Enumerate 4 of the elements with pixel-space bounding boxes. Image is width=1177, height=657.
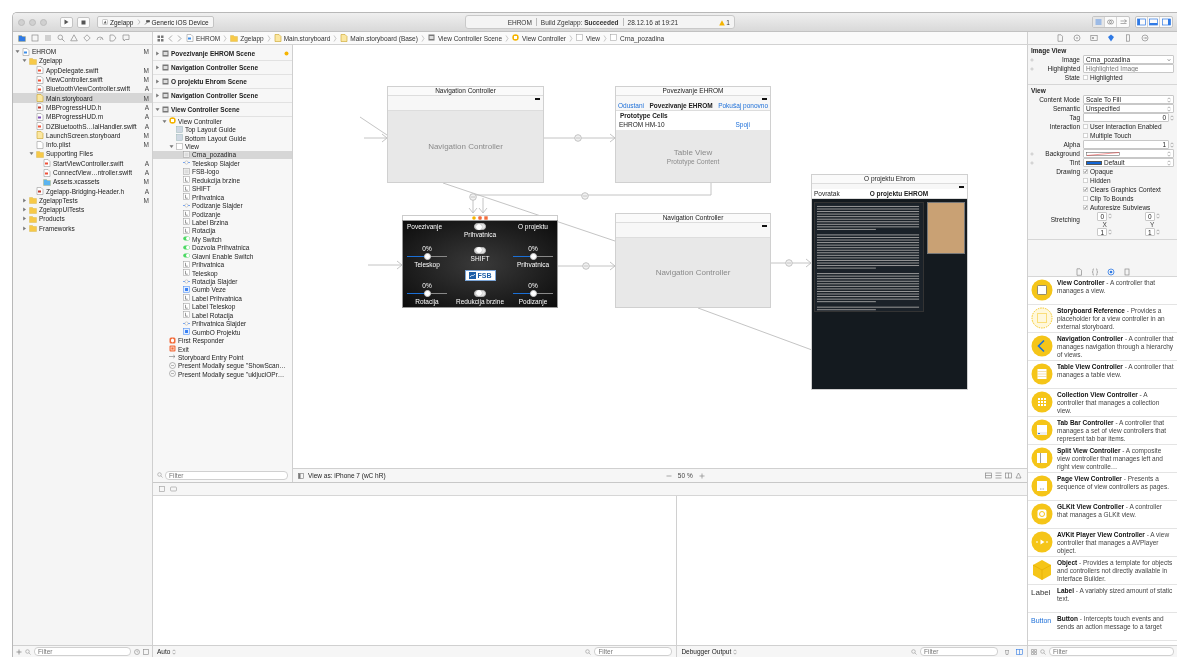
label-preview: Label (1031, 587, 1052, 599)
placeholder-label: Navigation Controller (428, 142, 503, 151)
placeholder-label: Navigation Controller (655, 268, 731, 277)
placeholder-label: Table View (673, 147, 713, 157)
